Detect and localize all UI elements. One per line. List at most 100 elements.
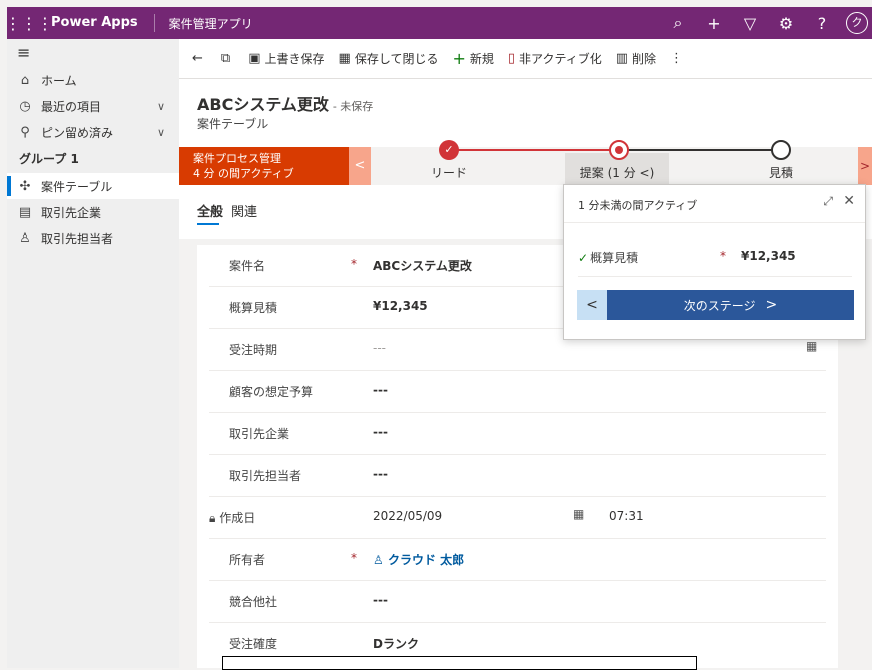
field-label: 取引先企業 xyxy=(229,427,290,441)
settings-icon[interactable]: ⚙ xyxy=(768,14,804,33)
command-bar: ← ⧉ ▣ 上書き保存 ▦ 保存して閉じる + 新規 ▯ 非アクティブ化 ▥ 削除 ⋮ xyxy=(179,39,872,79)
popout-button[interactable]: ⧉ xyxy=(214,39,241,79)
bpf-prev-button[interactable]: < xyxy=(349,147,371,185)
expand-icon[interactable]: ⤢ xyxy=(823,194,833,209)
delete-button[interactable]: ▥ 削除 xyxy=(609,39,663,79)
help-icon[interactable]: ? xyxy=(804,14,840,33)
checkmark-icon[interactable]: ✓ xyxy=(439,140,459,160)
process-flyout-button[interactable]: 案件プロセス管理 4 分 の間アクティブ xyxy=(179,147,349,185)
app-name[interactable]: 案件管理アプリ xyxy=(155,15,253,32)
stage-connector xyxy=(619,149,779,151)
pin-icon: ⚲ xyxy=(20,124,30,140)
chevron-right-icon: > xyxy=(765,297,778,313)
calendar-icon[interactable]: ▦ xyxy=(806,339,817,353)
tab-general[interactable]: 全般 xyxy=(197,201,223,220)
delete-label: 削除 xyxy=(632,52,657,66)
lock-icon: 🔒︎ xyxy=(209,511,216,525)
stage-lead[interactable]: リード xyxy=(424,164,474,181)
more-commands-button[interactable]: ⋮ xyxy=(663,39,694,79)
chevron-down-icon[interactable]: ∨ xyxy=(157,126,165,139)
field-label: 概算見積 xyxy=(229,301,278,315)
sidebar-item-contacts[interactable]: ♙ 取引先担当者 xyxy=(7,225,179,251)
field-label: 受注確度 xyxy=(229,637,278,651)
case-name-field[interactable]: ABCシステム更改 xyxy=(373,257,472,274)
plus-icon[interactable]: + xyxy=(696,14,732,33)
order-date-field[interactable]: --- xyxy=(373,341,386,355)
more-vertical-icon: ⋮ xyxy=(670,51,684,66)
close-icon[interactable]: ✕ xyxy=(843,193,855,209)
field-label: 受注時期 xyxy=(229,343,278,357)
trash-icon: ▥ xyxy=(615,51,629,66)
owner-name[interactable]: クラウド 太郎 xyxy=(388,553,464,567)
field-row: 取引先企業 --- xyxy=(209,413,826,455)
field-row: 所有者 * ♙ クラウド 太郎 xyxy=(209,539,826,581)
created-on-label: 作成日 xyxy=(219,511,256,525)
tab-related[interactable]: 関連 xyxy=(231,201,257,220)
back-button[interactable]: ← xyxy=(185,39,214,79)
sidebar-item-label: ホーム xyxy=(41,73,77,88)
stage-estimate[interactable]: 見積 xyxy=(761,164,801,181)
field-label: ✓ 概算見積 xyxy=(578,249,638,266)
budget-field[interactable]: --- xyxy=(373,383,388,397)
top-bar: ⋮⋮⋮ Power Apps 案件管理アプリ ⌕ + ▽ ⚙ ? ク xyxy=(5,7,872,39)
sidebar-item-label: 最近の項目 xyxy=(41,99,102,114)
sidebar-item-label: 取引先担当者 xyxy=(41,231,114,246)
plus-icon: + xyxy=(452,49,466,68)
flyout-title: 1 分未満の間アクティブ xyxy=(578,199,698,212)
save-close-button[interactable]: ▦ 保存して閉じる xyxy=(332,39,446,79)
record-title: ABCシステム更改 xyxy=(197,95,329,114)
search-icon[interactable]: ⌕ xyxy=(660,13,696,33)
bpf-next-button[interactable]: > xyxy=(858,147,872,185)
save-close-label: 保存して閉じる xyxy=(354,52,439,66)
pending-stage-dot[interactable] xyxy=(771,140,791,160)
next-stage-button[interactable]: 次のステージ > xyxy=(607,290,854,320)
created-date-field: 2022/05/09 xyxy=(373,509,443,523)
sidebar-item-recent[interactable]: ◷ 最近の項目 ∨ xyxy=(7,93,179,119)
previous-stage-button[interactable]: < xyxy=(577,290,607,320)
record-header: ABCシステム更改 - 未保存 案件テーブル xyxy=(179,79,872,147)
sidebar-item-label: ピン留め済み xyxy=(41,125,114,140)
sidebar: ≡ ⌂ ホーム ◷ 最近の項目 ∨ ⚲ ピン留め済み ∨ グループ 1 ✣ 案件… xyxy=(7,39,179,668)
stage-connector-completed xyxy=(449,149,619,151)
avatar[interactable]: ク xyxy=(846,12,868,34)
field-row: 🔒︎ 作成日 2022/05/09 ▦ 07:31 xyxy=(209,497,826,539)
active-stage-dot[interactable] xyxy=(609,140,629,160)
deactivate-button[interactable]: ▯ 非アクティブ化 xyxy=(501,39,609,79)
competitor-field[interactable]: --- xyxy=(373,593,388,607)
active-tab-indicator xyxy=(197,223,219,225)
new-button[interactable]: + 新規 xyxy=(445,39,500,79)
sidebar-item-case-table[interactable]: ✣ 案件テーブル xyxy=(7,173,179,199)
brand-name[interactable]: Power Apps xyxy=(51,14,155,32)
process-name: 案件プロセス管理 xyxy=(193,152,281,165)
owner-field[interactable]: ♙ クラウド 太郎 xyxy=(373,551,464,568)
deactivate-icon: ▯ xyxy=(507,51,516,66)
sidebar-item-accounts[interactable]: ▤ 取引先企業 xyxy=(7,199,179,225)
puzzle-icon: ✣ xyxy=(19,178,31,194)
calendar-icon: ▦ xyxy=(573,507,585,521)
stage-flyout-panel: 1 分未満の間アクティブ ⤢ ✕ ✓ 概算見積 * ¥12,345 < 次のステー… xyxy=(563,184,866,340)
estimate-field[interactable]: ¥12,345 xyxy=(373,299,428,313)
contact-field[interactable]: --- xyxy=(373,467,388,481)
filter-icon[interactable]: ▽ xyxy=(732,14,768,33)
top-bar-icons: ⌕ + ▽ ⚙ ? ク xyxy=(660,7,872,39)
chevron-down-icon[interactable]: ∨ xyxy=(157,100,165,113)
created-time-field: 07:31 xyxy=(609,509,644,523)
checkmark-icon: ✓ xyxy=(578,251,589,265)
flyout-estimate-field[interactable]: ¥12,345 xyxy=(741,249,796,263)
probability-field[interactable]: Dランク xyxy=(373,635,419,652)
home-icon: ⌂ xyxy=(20,72,30,88)
save-close-icon: ▦ xyxy=(338,51,351,66)
stage-proposal[interactable]: 提案 (1 分 <) xyxy=(571,164,663,181)
hamburger-menu-icon[interactable]: ≡ xyxy=(7,39,179,67)
sidebar-item-home[interactable]: ⌂ ホーム xyxy=(7,67,179,93)
save-button[interactable]: ▣ 上書き保存 xyxy=(241,39,331,79)
person-icon: ♙ xyxy=(373,553,384,567)
field-label: 所有者 xyxy=(229,553,266,567)
entity-name: 案件テーブル xyxy=(197,117,269,131)
save-icon: ▣ xyxy=(248,51,261,66)
account-field[interactable]: --- xyxy=(373,425,388,439)
flyout-field-row: ✓ 概算見積 * ¥12,345 xyxy=(578,249,852,277)
required-indicator: * xyxy=(351,551,357,565)
app-launcher-icon[interactable]: ⋮⋮⋮ xyxy=(5,7,53,39)
sidebar-item-pinned[interactable]: ⚲ ピン留め済み ∨ xyxy=(7,119,179,145)
